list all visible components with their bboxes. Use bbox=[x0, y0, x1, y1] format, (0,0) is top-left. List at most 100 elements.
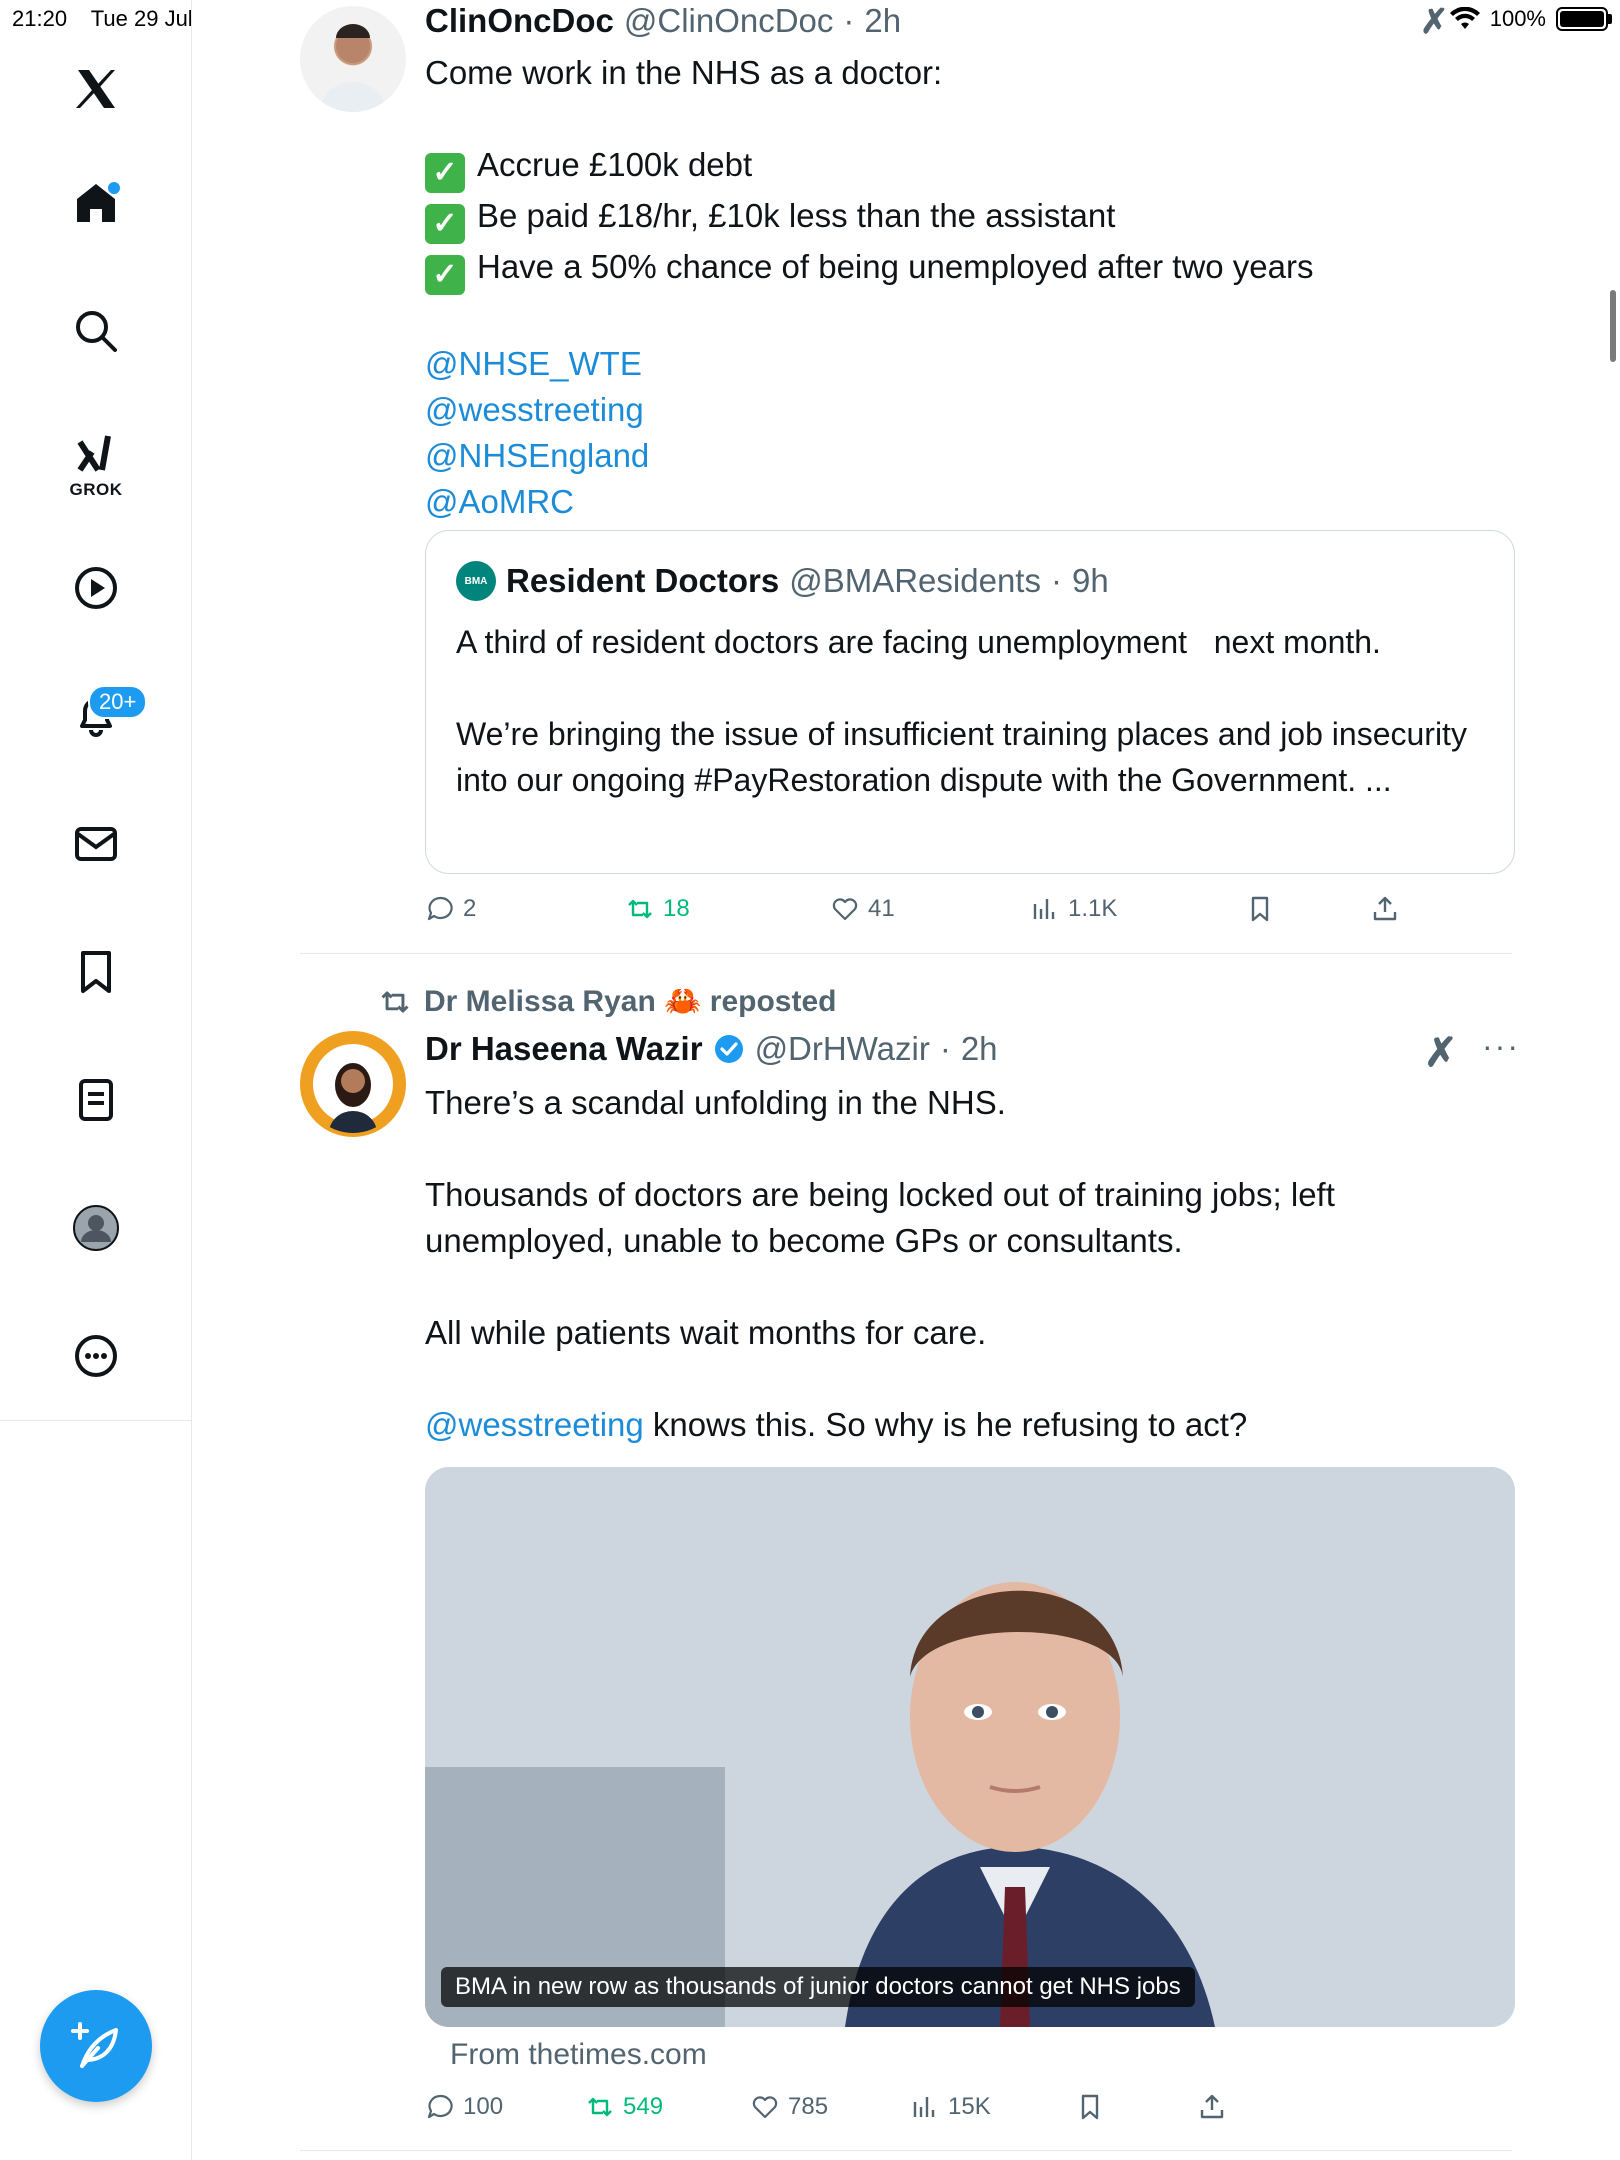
wifi-icon bbox=[1449, 7, 1480, 29]
views-chart-icon bbox=[1033, 899, 1055, 919]
author-handle[interactable]: @DrHWazir bbox=[755, 1030, 930, 1068]
sidebar: GROK 20+ bbox=[0, 0, 192, 2160]
like-button[interactable]: 41 bbox=[830, 894, 895, 924]
verified-badge-icon bbox=[714, 1035, 743, 1063]
tweet-header: ClinOncDoc @ClinOncDoc · 2h bbox=[425, 2, 901, 40]
avatar-image bbox=[313, 1044, 393, 1133]
grok-explain-icon[interactable]: ✗ bbox=[1420, 2, 1449, 42]
like-button[interactable]: 785 bbox=[750, 2092, 828, 2122]
bullet-item: ✓ Accrue £100k debt bbox=[425, 142, 1515, 193]
reply-button[interactable]: 2 bbox=[425, 894, 476, 924]
x-logo-icon[interactable] bbox=[0, 44, 192, 134]
mention-link[interactable]: @wesstreeting bbox=[425, 1406, 644, 1443]
mention-link[interactable]: @NHSE_WTE bbox=[425, 341, 1515, 387]
sidebar-item-home[interactable] bbox=[0, 158, 192, 248]
repost-button[interactable]: 18 bbox=[625, 894, 690, 924]
sidebar-item-notifications[interactable]: 20+ bbox=[0, 669, 192, 759]
bullet-item: ✓ Have a 50% chance of being unemployed a… bbox=[425, 244, 1515, 295]
separator-dot: · bbox=[843, 2, 855, 39]
news-photo bbox=[425, 1467, 1515, 2027]
link-source[interactable]: From thetimes.com bbox=[450, 2038, 707, 2072]
avatar[interactable] bbox=[300, 1031, 406, 1137]
grok-icon bbox=[77, 435, 111, 472]
bookmark-icon bbox=[81, 951, 111, 993]
more-options-icon[interactable]: ··· bbox=[1482, 1028, 1520, 1065]
sidebar-item-lists[interactable] bbox=[0, 1055, 192, 1145]
video-icon bbox=[75, 567, 117, 609]
views-button[interactable]: 1.1K bbox=[1030, 894, 1117, 924]
sidebar-item-messages[interactable] bbox=[0, 799, 192, 889]
bma-avatar: BMA bbox=[456, 561, 496, 601]
new-posts-dot bbox=[108, 182, 120, 194]
repost-button[interactable]: 549 bbox=[585, 2092, 663, 2122]
tweet-text: There’s a scandal unfolding in the NHS. … bbox=[425, 1084, 1335, 1443]
separator-dot: · bbox=[939, 1030, 951, 1067]
bookmark-button[interactable] bbox=[1245, 894, 1275, 924]
post-time[interactable]: 2h bbox=[864, 2, 901, 40]
bullet-item: ✓ Be paid £18/hr, £10k less than the assi… bbox=[425, 193, 1515, 244]
grok-label: GROK bbox=[69, 480, 123, 499]
post-time[interactable]: 2h bbox=[961, 1030, 998, 1068]
share-icon bbox=[1200, 2094, 1224, 2119]
share-button[interactable] bbox=[1370, 894, 1400, 924]
mention-link[interactable]: @AoMRC bbox=[425, 479, 1515, 525]
reply-button[interactable]: 100 bbox=[425, 2092, 503, 2122]
check-mark-icon: ✓ bbox=[425, 153, 465, 193]
more-circle-icon bbox=[75, 1335, 117, 1377]
sidebar-item-bookmarks[interactable] bbox=[0, 927, 192, 1017]
sidebar-item-profile[interactable] bbox=[0, 1183, 192, 1273]
views-chart-icon bbox=[913, 2097, 935, 2117]
post-actions: 2 18 41 1.1K bbox=[425, 894, 1425, 934]
sidebar-item-search[interactable] bbox=[0, 286, 192, 376]
avatar-image bbox=[320, 24, 386, 112]
sidebar-item-grok[interactable]: GROK bbox=[0, 420, 192, 510]
repost-icon bbox=[628, 899, 652, 919]
feather-plus-icon bbox=[71, 2022, 118, 2068]
author-name[interactable]: Dr Haseena Wazir bbox=[425, 1030, 703, 1068]
sidebar-divider bbox=[0, 1420, 192, 1421]
heart-icon bbox=[752, 2096, 778, 2119]
bookmark-button[interactable] bbox=[1075, 2092, 1105, 2122]
author-handle[interactable]: @ClinOncDoc bbox=[624, 2, 834, 40]
reply-icon bbox=[427, 896, 453, 921]
reposted-by-text: Dr Melissa Ryan 🦀 reposted bbox=[424, 985, 837, 1018]
avatar[interactable] bbox=[300, 6, 406, 112]
tweet-header: Dr Haseena Wazir @DrHWazir · 2h bbox=[425, 1030, 998, 1068]
sidebar-item-more[interactable] bbox=[0, 1311, 192, 1401]
repost-icon bbox=[381, 990, 409, 1013]
check-mark-icon: ✓ bbox=[425, 255, 465, 295]
tweet-text: Come work in the NHS as a doctor: ✓ Accru… bbox=[425, 50, 1515, 525]
status-bar-right: 100% bbox=[1449, 6, 1612, 32]
mention-link[interactable]: @wesstreeting bbox=[425, 387, 1515, 433]
author-name[interactable]: ClinOncDoc bbox=[425, 2, 614, 40]
link-card-image[interactable]: BMA in new row as thousands of junior do… bbox=[425, 1467, 1515, 2027]
post-actions: 100 549 785 15K bbox=[425, 2092, 1425, 2132]
reply-icon bbox=[427, 2094, 453, 2119]
share-button[interactable] bbox=[1197, 2092, 1227, 2122]
link-card-caption: BMA in new row as thousands of junior do… bbox=[441, 1967, 1195, 2007]
quoted-post[interactable]: BMA Resident Doctors @BMAResidents · 9h … bbox=[425, 530, 1515, 874]
quoted-author-name: Resident Doctors bbox=[506, 562, 780, 599]
bookmark-icon bbox=[1251, 896, 1269, 922]
bookmark-icon bbox=[1081, 2094, 1099, 2120]
scrollbar[interactable] bbox=[1610, 290, 1616, 362]
post-divider bbox=[300, 2150, 1512, 2151]
mention-link[interactable]: @NHSEngland bbox=[425, 433, 1515, 479]
profile-avatar-icon bbox=[73, 1205, 119, 1251]
search-icon bbox=[76, 311, 117, 352]
quoted-post-header: BMA Resident Doctors @BMAResidents · 9h bbox=[456, 561, 1109, 601]
post-divider bbox=[300, 953, 1512, 954]
battery-percent: 100% bbox=[1489, 6, 1546, 31]
sidebar-item-video[interactable] bbox=[0, 543, 192, 633]
repost-indicator[interactable]: Dr Melissa Ryan 🦀 reposted bbox=[378, 984, 837, 1019]
views-button[interactable]: 15K bbox=[910, 2092, 991, 2122]
separator-dot: · bbox=[1050, 562, 1062, 599]
lists-icon bbox=[79, 1079, 113, 1121]
repost-icon bbox=[588, 2097, 612, 2117]
share-icon bbox=[1373, 896, 1397, 921]
compose-post-button[interactable] bbox=[40, 1990, 152, 2102]
grok-explain-icon[interactable]: ✗ bbox=[1424, 1030, 1458, 1076]
quoted-post-time: 9h bbox=[1071, 562, 1109, 599]
heart-icon bbox=[832, 898, 858, 921]
mail-icon bbox=[75, 827, 117, 861]
